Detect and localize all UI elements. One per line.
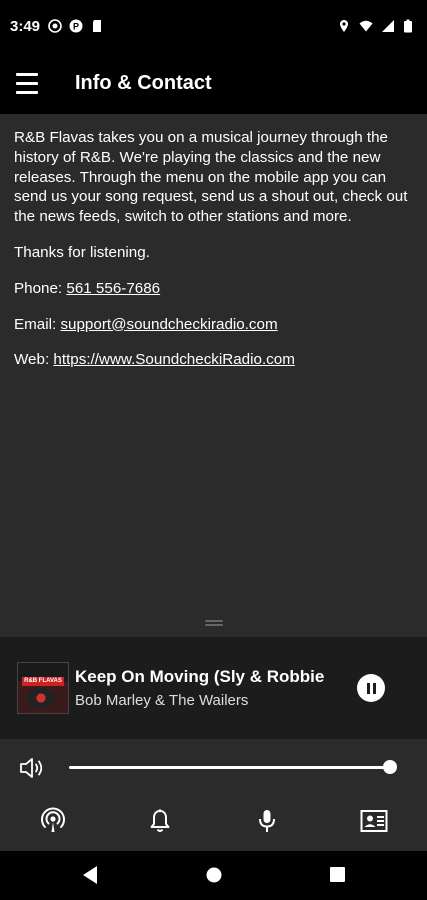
email-label: Email:	[14, 315, 57, 333]
microphone-icon[interactable]	[253, 807, 281, 835]
bottom-toolbar	[0, 807, 427, 839]
volume-slider[interactable]	[69, 766, 390, 769]
info-content[interactable]: R&B Flavas takes you on a musical journe…	[0, 114, 427, 637]
location-icon	[340, 20, 348, 32]
volume-icon[interactable]	[19, 756, 45, 780]
pause-icon-bar	[372, 682, 376, 694]
station-description: R&B Flavas takes you on a musical journe…	[14, 129, 408, 226]
status-time: 3:49	[10, 17, 41, 35]
web-label: Web:	[14, 351, 50, 369]
thanks-text: Thanks for listening.	[14, 243, 150, 261]
hamburger-line	[16, 81, 38, 85]
drag-handle[interactable]	[204, 620, 223, 626]
menu-button[interactable]	[4, 60, 50, 106]
vinyl-disc-icon	[26, 688, 56, 708]
pause-icon	[366, 682, 370, 694]
status-bar: 3:49 P	[0, 0, 427, 52]
phone-link[interactable]: 561 556-7686	[66, 280, 160, 297]
battery-icon	[404, 19, 412, 33]
status-system-icons	[337, 19, 417, 33]
sd-card-icon	[93, 20, 102, 32]
drag-handle-line	[204, 620, 223, 622]
drag-handle-line	[204, 624, 223, 626]
signal-icon	[382, 20, 394, 32]
app-bar: Info & Contact	[0, 52, 427, 114]
contact-card-icon[interactable]	[360, 807, 388, 835]
hamburger-line	[16, 90, 38, 94]
page-title: Info & Contact	[75, 71, 212, 94]
media-icon	[48, 19, 62, 33]
email-link[interactable]: support@soundcheckiradio.com	[60, 316, 277, 333]
player-controls	[0, 739, 427, 851]
track-info[interactable]: Keep On Moving (Sly & Robbie Bob Marley …	[75, 667, 330, 709]
svg-text:P: P	[73, 22, 79, 32]
album-art-title: R&B FLAVAS	[22, 677, 64, 686]
wifi-icon	[359, 20, 373, 32]
email-row: Email: support@soundcheckiradio.com	[14, 315, 413, 335]
system-nav-bar	[0, 851, 427, 900]
track-artist: Bob Marley & The Wailers	[75, 692, 249, 709]
home-icon[interactable]	[206, 867, 222, 883]
podcast-icon[interactable]	[39, 807, 67, 835]
pause-button[interactable]	[357, 674, 385, 702]
back-icon[interactable]	[81, 865, 99, 885]
pocketcasts-icon: P	[69, 19, 83, 33]
web-link[interactable]: https://www.SoundcheckiRadio.com	[53, 351, 294, 368]
album-art[interactable]: R&B FLAVAS	[17, 662, 69, 714]
recents-icon[interactable]	[330, 867, 345, 882]
status-notification-icons: P	[48, 19, 104, 33]
volume-row	[0, 754, 427, 782]
bell-icon[interactable]	[146, 807, 174, 835]
phone-label: Phone:	[14, 279, 63, 297]
now-playing-bar[interactable]: R&B FLAVAS Keep On Moving (Sly & Robbie …	[0, 637, 427, 739]
phone-row: Phone: 561 556-7686	[14, 279, 413, 299]
hamburger-icon	[16, 72, 38, 76]
web-row: Web: https://www.SoundcheckiRadio.com	[14, 350, 413, 370]
volume-slider-thumb[interactable]	[383, 760, 397, 774]
track-title: Keep On Moving (Sly & Robbie	[75, 667, 325, 686]
